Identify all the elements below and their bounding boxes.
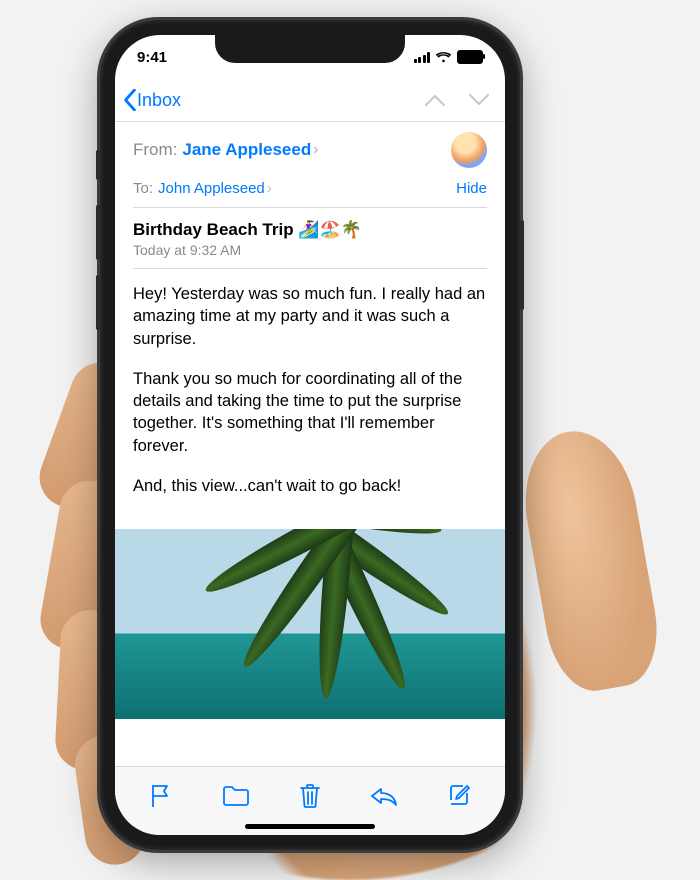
screen: 9:41 Inbox: [115, 35, 505, 835]
from-row[interactable]: From: Jane Appleseed ›: [133, 122, 487, 170]
battery-icon: [457, 50, 483, 64]
trash-icon: [299, 783, 321, 809]
from-name: Jane Appleseed ›: [182, 140, 318, 160]
to-name[interactable]: John Appleseed ›: [158, 180, 272, 197]
folder-icon: [222, 785, 250, 807]
chevron-right-icon: ›: [267, 181, 272, 197]
subject-block: Birthday Beach Trip 🏄‍♀️🏖️🌴 Today at 9:3…: [133, 208, 487, 269]
move-button[interactable]: [216, 779, 256, 813]
mute-switch: [96, 150, 100, 180]
previous-message-button[interactable]: [425, 93, 445, 107]
compose-icon: [447, 784, 471, 808]
to-row: To: John Appleseed › Hide: [133, 170, 487, 208]
iphone-device-frame: 9:41 Inbox: [100, 20, 520, 850]
message-body[interactable]: Hey! Yesterday was so much fun. I really…: [133, 269, 487, 529]
flag-button[interactable]: [143, 777, 179, 815]
reply-icon: [370, 785, 398, 807]
display-notch: [215, 35, 405, 63]
body-paragraph: And, this view...can't wait to go back!: [133, 475, 487, 497]
volume-up-button: [96, 205, 100, 260]
from-label: From:: [133, 140, 177, 160]
volume-down-button: [96, 275, 100, 330]
flag-icon: [149, 783, 173, 809]
hide-details-button[interactable]: Hide: [456, 180, 487, 197]
message-view: From: Jane Appleseed › To: John Applesee…: [115, 122, 505, 719]
chevron-right-icon: ›: [313, 142, 318, 158]
status-time: 9:41: [137, 49, 167, 66]
reply-button[interactable]: [364, 779, 404, 813]
back-button[interactable]: Inbox: [119, 85, 185, 115]
to-label: To:: [133, 180, 153, 197]
next-message-button[interactable]: [469, 93, 489, 107]
chevron-left-icon: [123, 89, 137, 111]
compose-button[interactable]: [441, 778, 477, 814]
trash-button[interactable]: [293, 777, 327, 815]
cellular-signal-icon: [414, 52, 431, 63]
image-attachment[interactable]: [115, 529, 505, 719]
bottom-toolbar: [115, 766, 505, 835]
sender-avatar[interactable]: [451, 132, 487, 168]
body-paragraph: Hey! Yesterday was so much fun. I really…: [133, 283, 487, 350]
home-indicator[interactable]: [245, 824, 375, 829]
navigation-bar: Inbox: [115, 79, 505, 122]
wifi-icon: [435, 51, 452, 63]
body-paragraph: Thank you so much for coordinating all o…: [133, 368, 487, 457]
side-button: [520, 220, 524, 310]
message-timestamp: Today at 9:32 AM: [133, 242, 487, 258]
subject-line: Birthday Beach Trip 🏄‍♀️🏖️🌴: [133, 220, 487, 240]
back-label: Inbox: [137, 90, 181, 111]
